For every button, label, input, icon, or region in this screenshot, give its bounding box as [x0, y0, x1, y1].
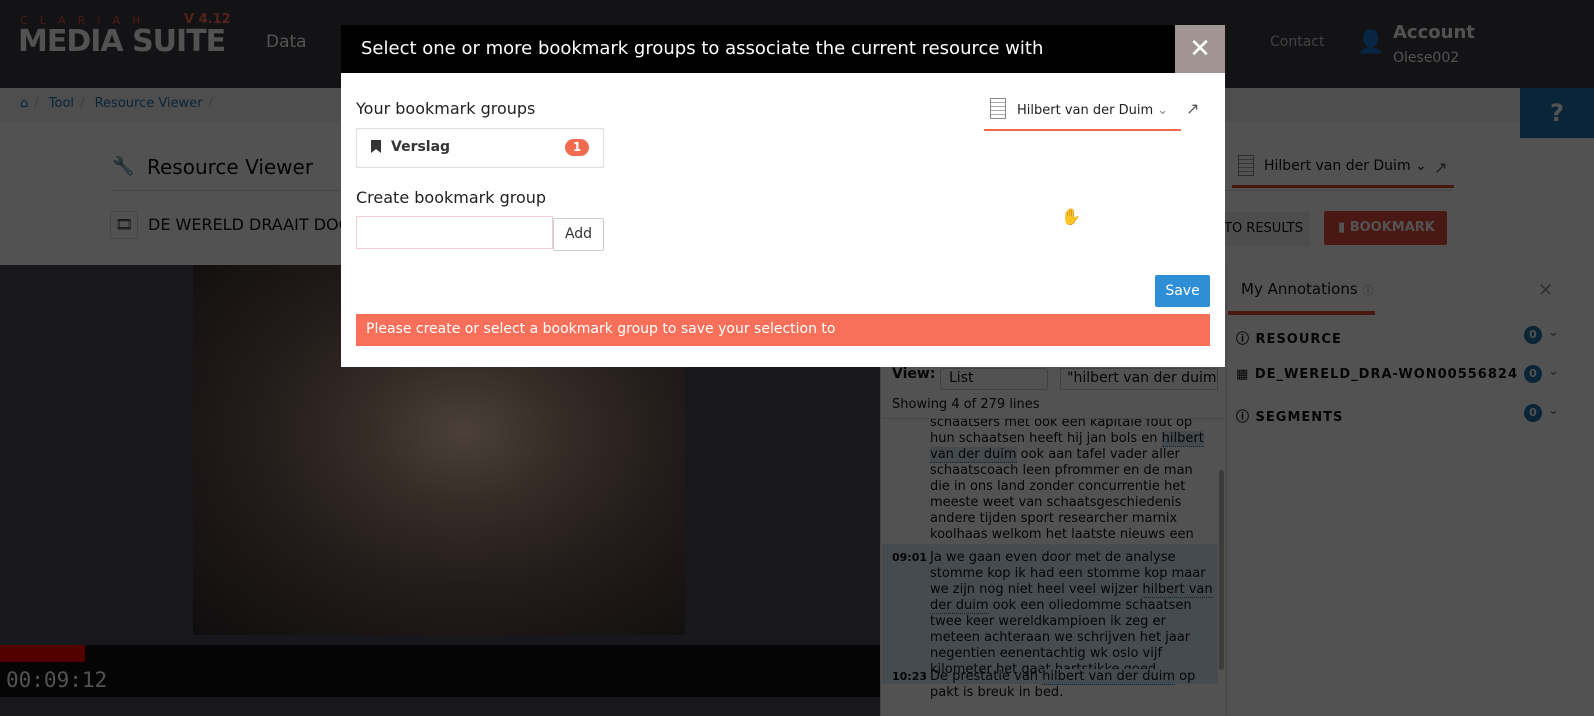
breadcrumb-tool[interactable]: Tool	[49, 96, 74, 111]
progress-bar[interactable]	[0, 645, 880, 662]
info-icon: ⓘ	[1236, 332, 1251, 347]
bookmark-button-label: BOOKMARK	[1349, 220, 1435, 235]
wrench-icon: 🔧	[112, 156, 135, 177]
row-label: SEGMENTS	[1255, 410, 1344, 425]
transcript-lines: schaatsers met ook een kapitale fout op …	[882, 419, 1218, 716]
transcript-line-active[interactable]: 09:01 Ja we gaan even door met de analyse…	[882, 544, 1218, 684]
nav-contact[interactable]: Contact	[1270, 34, 1324, 50]
film-icon: ▦	[1236, 367, 1250, 382]
bookmark-modal: Select one or more bookmark groups to as…	[341, 25, 1225, 367]
line-time: 09:01	[892, 551, 928, 564]
highlight: hilbert van der duim	[1042, 669, 1175, 685]
collection-select[interactable]: Hilbert van der Duim ⌄	[1232, 152, 1454, 188]
save-button[interactable]: Save	[1155, 275, 1210, 307]
line-text: De prestatie van	[930, 669, 1043, 684]
annotation-row-resource[interactable]: ⓘ RESOURCE 0 ⌄	[1236, 325, 1566, 347]
row-label: RESOURCE	[1255, 332, 1342, 347]
chevron-down-icon: ⌄	[1415, 158, 1427, 174]
line-time: 10:23	[892, 670, 928, 683]
count-badge: 0	[1524, 404, 1542, 422]
logo[interactable]: MEDIA SUITE	[18, 24, 226, 59]
info-icon: ⓘ	[1236, 410, 1251, 425]
help-button[interactable]: ?	[1520, 88, 1594, 138]
line-text: ook aan tafel vader aller schaatscoach l…	[930, 447, 1194, 558]
chevron-down-icon[interactable]: ⌄	[1548, 325, 1560, 340]
new-group-input[interactable]	[356, 216, 553, 249]
modal-title: Select one or more bookmark groups to as…	[341, 25, 1225, 73]
progress-fill	[0, 645, 86, 662]
external-link-icon[interactable]: ↗	[1186, 99, 1199, 118]
modal-collection-select[interactable]: Hilbert van der Duim ⌄	[984, 95, 1181, 131]
annotation-row-segments[interactable]: ⓘ SEGMENTS 0 ⌄	[1236, 403, 1566, 425]
count-badge: 0	[1524, 326, 1542, 344]
count-badge: 0	[1524, 365, 1542, 383]
transcript-search-input[interactable]: "hilbert van der duim"	[1060, 368, 1218, 390]
view-label: View:	[892, 366, 936, 382]
chevron-down-icon: ⌄	[1157, 103, 1169, 118]
film-icon: 🎞	[110, 211, 138, 239]
timecode: 00:09:12	[0, 662, 880, 697]
collection-select-value: Hilbert van der Duim	[1017, 103, 1154, 118]
chevron-down-icon[interactable]: ⌄	[1548, 364, 1560, 379]
hand-cursor-icon: ✋	[1061, 207, 1081, 226]
line-count: Showing 4 of 279 lines	[882, 392, 1225, 419]
tab-my-annotations[interactable]: My Annotations ⓘ	[1241, 280, 1373, 298]
document-icon	[990, 98, 1006, 119]
bookmark-group-item[interactable]: Verslag 1	[356, 128, 604, 168]
transcript-scrollbar[interactable]	[1219, 470, 1224, 670]
close-panel-icon[interactable]: ✕	[1538, 280, 1553, 301]
error-message: Please create or select a bookmark group…	[356, 314, 1210, 346]
account-user: Olese002	[1393, 50, 1460, 66]
group-count-badge: 1	[565, 139, 589, 156]
back-to-results-button[interactable]: TO RESULTS	[1210, 212, 1310, 246]
bookmark-button[interactable]: ▮ BOOKMARK	[1324, 211, 1447, 245]
close-button[interactable]: ✕	[1175, 25, 1225, 73]
tab-label: My Annotations	[1241, 280, 1358, 298]
home-icon[interactable]: ⌂	[20, 96, 28, 111]
transcript-line[interactable]: 10:23 De prestatie van hilbert van der du…	[882, 669, 1218, 701]
account-label[interactable]: Account	[1393, 22, 1475, 43]
groups-label: Your bookmark groups	[356, 99, 536, 118]
line-text: schaatsers met ook een kapitale fout op …	[930, 419, 1193, 446]
breadcrumb-resource-viewer[interactable]: Resource Viewer	[95, 96, 203, 111]
chevron-down-icon[interactable]: ⌄	[1548, 403, 1560, 418]
nav-data[interactable]: Data	[266, 32, 307, 52]
group-name: Verslag	[391, 139, 451, 155]
page-title: Resource Viewer	[147, 155, 314, 179]
bookmark-icon	[371, 140, 381, 153]
annotation-row-collection[interactable]: ▦ DE_WERELD_DRA-WON00556824 0 ⌄	[1236, 364, 1566, 383]
user-icon: 👤	[1357, 30, 1385, 55]
collection-select-value: Hilbert van der Duim	[1264, 158, 1411, 174]
resource-title: DE WERELD DRAAIT DOOR	[148, 215, 363, 234]
tab-underline	[1228, 311, 1375, 315]
info-icon: ⓘ	[1362, 284, 1374, 297]
view-select[interactable]: List	[940, 368, 1048, 390]
row-label: DE_WERELD_DRA-WON00556824	[1254, 367, 1518, 382]
external-link-icon[interactable]: ↗	[1434, 158, 1447, 177]
create-group-label: Create bookmark group	[356, 188, 547, 207]
document-icon	[1238, 155, 1254, 176]
add-group-button[interactable]: Add	[553, 218, 604, 251]
